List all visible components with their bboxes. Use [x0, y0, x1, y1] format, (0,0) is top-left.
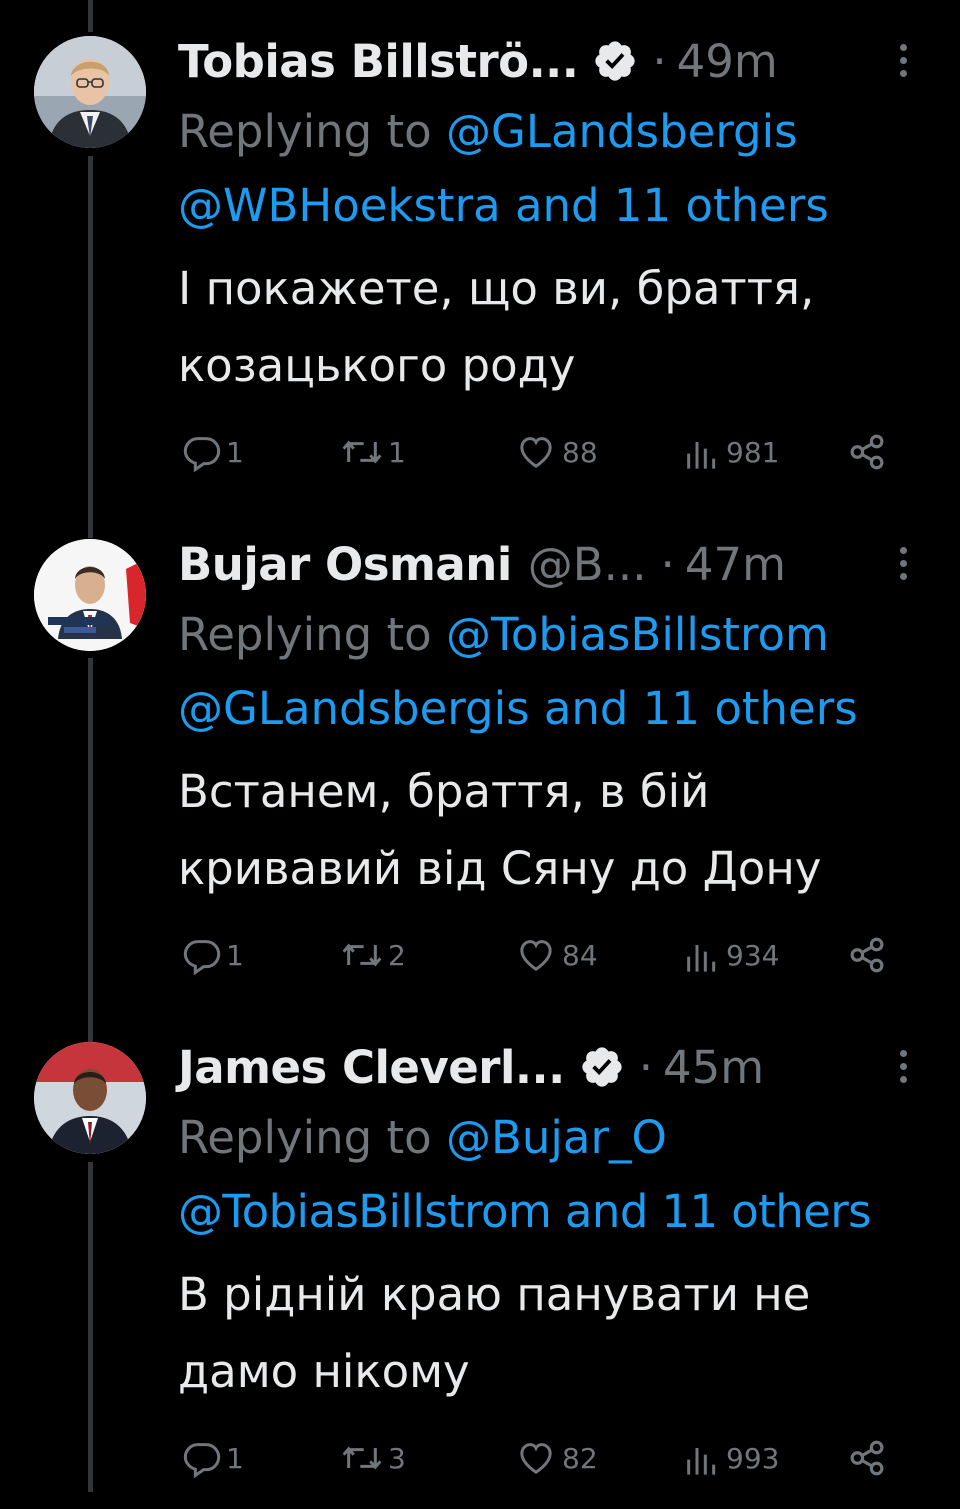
tweet[interactable]: James Cleverl... · 45m Replying to @Buja… — [0, 1006, 960, 1509]
and-others-link[interactable]: and 11 others — [501, 179, 829, 232]
analytics-icon — [687, 1448, 716, 1475]
verified-badge-icon — [595, 41, 636, 81]
share-button[interactable] — [846, 432, 888, 472]
reply-icon — [183, 437, 221, 472]
and-others-link[interactable]: and 11 others — [530, 682, 858, 735]
reply-button[interactable]: 1 — [182, 935, 244, 975]
like-button[interactable]: 82 — [514, 1438, 598, 1478]
like-button[interactable]: 84 — [514, 935, 598, 975]
view-count: 993 — [726, 1441, 780, 1475]
reply-count: 1 — [226, 435, 244, 469]
more-options-icon[interactable] — [898, 547, 908, 587]
more-options-icon[interactable] — [898, 44, 908, 84]
author-name[interactable]: Tobias Billströ... — [178, 35, 579, 88]
heart-icon — [520, 940, 552, 971]
tweet-text-line: кривавий від Сяну до Дону — [178, 842, 822, 895]
reply-count: 1 — [226, 1441, 244, 1475]
reply-icon — [183, 1443, 221, 1478]
timestamp[interactable]: 47m — [685, 538, 786, 591]
mention-link[interactable]: @TobiasBillstrom — [446, 608, 829, 661]
replying-to-label: Replying to — [178, 105, 447, 158]
reply-button[interactable]: 1 — [182, 1438, 244, 1478]
author-name[interactable]: Bujar Osmani — [178, 538, 512, 591]
and-others-link[interactable]: and 11 others — [551, 1185, 872, 1238]
tweet-text-line: козацького роду — [178, 339, 576, 392]
timestamp[interactable]: 45m — [663, 1041, 764, 1094]
separator-dot: · — [660, 537, 675, 591]
verified-badge-icon — [582, 1047, 622, 1087]
retweet-count: 3 — [388, 1441, 406, 1475]
retweet-count: 1 — [388, 435, 406, 469]
tweet-text-line: дамо нікому — [178, 1345, 470, 1398]
mention-link[interactable]: @TobiasBillstrom — [178, 1185, 552, 1238]
tweet-text-line: І покажете, що ви, браття, — [178, 262, 815, 315]
action-bar: 1 3 82 993 — [182, 1438, 960, 1478]
share-icon — [850, 434, 884, 470]
separator-dot: · — [652, 34, 667, 88]
avatar[interactable] — [34, 36, 146, 148]
retweet-icon — [342, 440, 382, 464]
reply-count: 1 — [226, 938, 244, 972]
like-count: 82 — [562, 1441, 598, 1475]
mention-link[interactable]: @GLandsbergis — [178, 682, 530, 735]
share-button[interactable] — [846, 1438, 888, 1478]
more-options-icon[interactable] — [898, 1050, 908, 1090]
replying-to-line: @GLandsbergis and 11 others — [178, 673, 960, 745]
share-icon — [850, 937, 884, 973]
mention-link[interactable]: @GLandsbergis — [446, 105, 798, 158]
heart-icon — [520, 1443, 552, 1474]
replying-to-line: Replying to @Bujar_O — [178, 1102, 960, 1174]
mention-link[interactable]: @WBHoekstra — [178, 179, 501, 232]
replying-to-line: @TobiasBillstrom and 11 others — [178, 1176, 960, 1248]
action-bar: 1 2 84 934 — [182, 935, 960, 975]
tweet-text-line: Встанем, браття, в бій — [178, 765, 710, 818]
retweet-button[interactable]: 3 — [340, 1438, 406, 1478]
like-count: 84 — [562, 938, 598, 972]
avatar[interactable] — [34, 539, 146, 651]
author-name[interactable]: James Cleverl... — [178, 1041, 565, 1094]
heart-icon — [520, 437, 552, 468]
views-button[interactable]: 934 — [682, 935, 779, 975]
reply-icon — [183, 940, 221, 975]
tweet-text: І покажете, що ви, браття, козацького ро… — [178, 250, 960, 404]
reply-button[interactable]: 1 — [182, 432, 244, 472]
retweet-button[interactable]: 2 — [340, 935, 406, 975]
timestamp[interactable]: 49m — [677, 35, 778, 88]
retweet-button[interactable]: 1 — [340, 432, 406, 472]
view-count: 981 — [726, 435, 780, 469]
tweet[interactable]: Bujar Osmani @B... · 47m Replying to @To… — [0, 503, 960, 1006]
views-button[interactable]: 981 — [682, 432, 779, 472]
views-button[interactable]: 993 — [682, 1438, 779, 1478]
replying-to-line: Replying to @TobiasBillstrom — [178, 599, 960, 671]
analytics-icon — [687, 945, 716, 972]
retweet-count: 2 — [388, 938, 406, 972]
view-count: 934 — [726, 938, 780, 972]
share-button[interactable] — [846, 935, 888, 975]
action-bar: 1 1 88 981 — [182, 432, 960, 472]
replying-to-label: Replying to — [178, 1111, 447, 1164]
like-button[interactable]: 88 — [514, 432, 598, 472]
replying-to-line: Replying to @GLandsbergis — [178, 96, 960, 168]
replying-to-line: @WBHoekstra and 11 others — [178, 170, 960, 242]
analytics-icon — [687, 442, 716, 469]
tweet-text-line: В рідній краю панувати не — [178, 1268, 811, 1321]
tweet-text: Встанем, браття, в бій кривавий від Сяну… — [178, 753, 960, 907]
share-icon — [850, 1440, 884, 1476]
like-count: 88 — [562, 435, 598, 469]
tweet-text: В рідній краю панувати не дамо нікому — [178, 1256, 960, 1410]
tweet[interactable]: Tobias Billströ... · 49m Replying to @GL… — [0, 0, 960, 503]
avatar[interactable] — [34, 1042, 146, 1154]
author-handle[interactable]: @B... — [528, 538, 647, 591]
separator-dot: · — [638, 1040, 654, 1094]
retweet-icon — [342, 943, 382, 967]
mention-link[interactable]: @Bujar_O — [446, 1111, 667, 1164]
retweet-icon — [342, 1446, 382, 1470]
replying-to-label: Replying to — [178, 608, 447, 661]
